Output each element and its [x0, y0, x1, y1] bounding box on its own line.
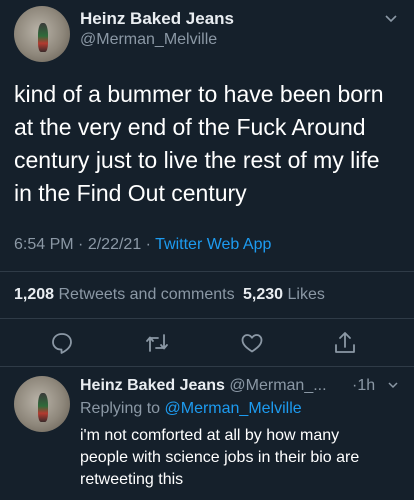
likes-stat[interactable]: 5,230 Likes — [243, 286, 325, 303]
tweet-text-line: at the very end of the Fuck Around — [14, 114, 366, 140]
reply-age: ·1h — [352, 377, 376, 394]
divider — [0, 271, 414, 272]
tweet-text-line: century just to live the rest of my life — [14, 147, 380, 173]
tweet-meta: 6:54 PM · 2/22/21 · Twitter Web App — [14, 236, 271, 254]
replying-to-handle[interactable]: @Merman_Melville — [165, 400, 302, 417]
tweet-source-app[interactable]: Twitter Web App — [155, 236, 271, 253]
tweet-date: 2/22/21 — [87, 236, 142, 253]
retweets-count: 1,208 — [14, 286, 55, 303]
reply-header: Heinz Baked Jeans @Merman_... — [80, 377, 327, 395]
reply-text-line: retweeting this — [80, 471, 184, 488]
replying-to-label: Replying to — [80, 400, 161, 417]
avatar[interactable] — [14, 6, 70, 62]
chevron-down-icon[interactable] — [384, 14, 398, 24]
chevron-down-icon[interactable] — [387, 381, 399, 390]
divider — [0, 318, 414, 319]
replying-to: Replying to @Merman_Melville — [80, 400, 302, 418]
divider — [0, 366, 414, 367]
tweet-text: kind of a bummer to have been born at th… — [14, 78, 384, 210]
reply-avatar[interactable] — [14, 376, 70, 432]
retweets-stat[interactable]: 1,208 Retweets and comments — [14, 286, 239, 303]
tweet-stats: 1,208 Retweets and comments 5,230 Likes — [14, 286, 325, 304]
heart-icon[interactable] — [240, 331, 264, 355]
retweet-icon[interactable] — [144, 331, 170, 355]
meta-separator: · — [78, 236, 84, 253]
retweets-label: Retweets and comments — [58, 286, 235, 303]
meta-separator: · — [145, 236, 151, 253]
user-handle[interactable]: @Merman_Melville — [80, 31, 217, 49]
likes-label: Likes — [287, 286, 325, 303]
tweet-time: 6:54 PM — [14, 236, 74, 253]
display-name[interactable]: Heinz Baked Jeans — [80, 9, 234, 29]
share-icon[interactable] — [333, 330, 357, 356]
reply-icon[interactable] — [50, 331, 74, 355]
reply-handle[interactable]: @Merman_... — [229, 377, 326, 394]
reply-text: i'm not comforted at all by how many peo… — [80, 425, 359, 491]
reply-text-line: people with science jobs in their bio ar… — [80, 449, 360, 466]
reply-text-line: i'm not comforted at all by how many — [80, 427, 340, 444]
tweet-text-line: kind of a bummer to have been born — [14, 81, 384, 107]
likes-count: 5,230 — [243, 286, 284, 303]
reply-display-name[interactable]: Heinz Baked Jeans — [80, 377, 225, 394]
tweet-text-line: in the Find Out century — [14, 180, 247, 206]
